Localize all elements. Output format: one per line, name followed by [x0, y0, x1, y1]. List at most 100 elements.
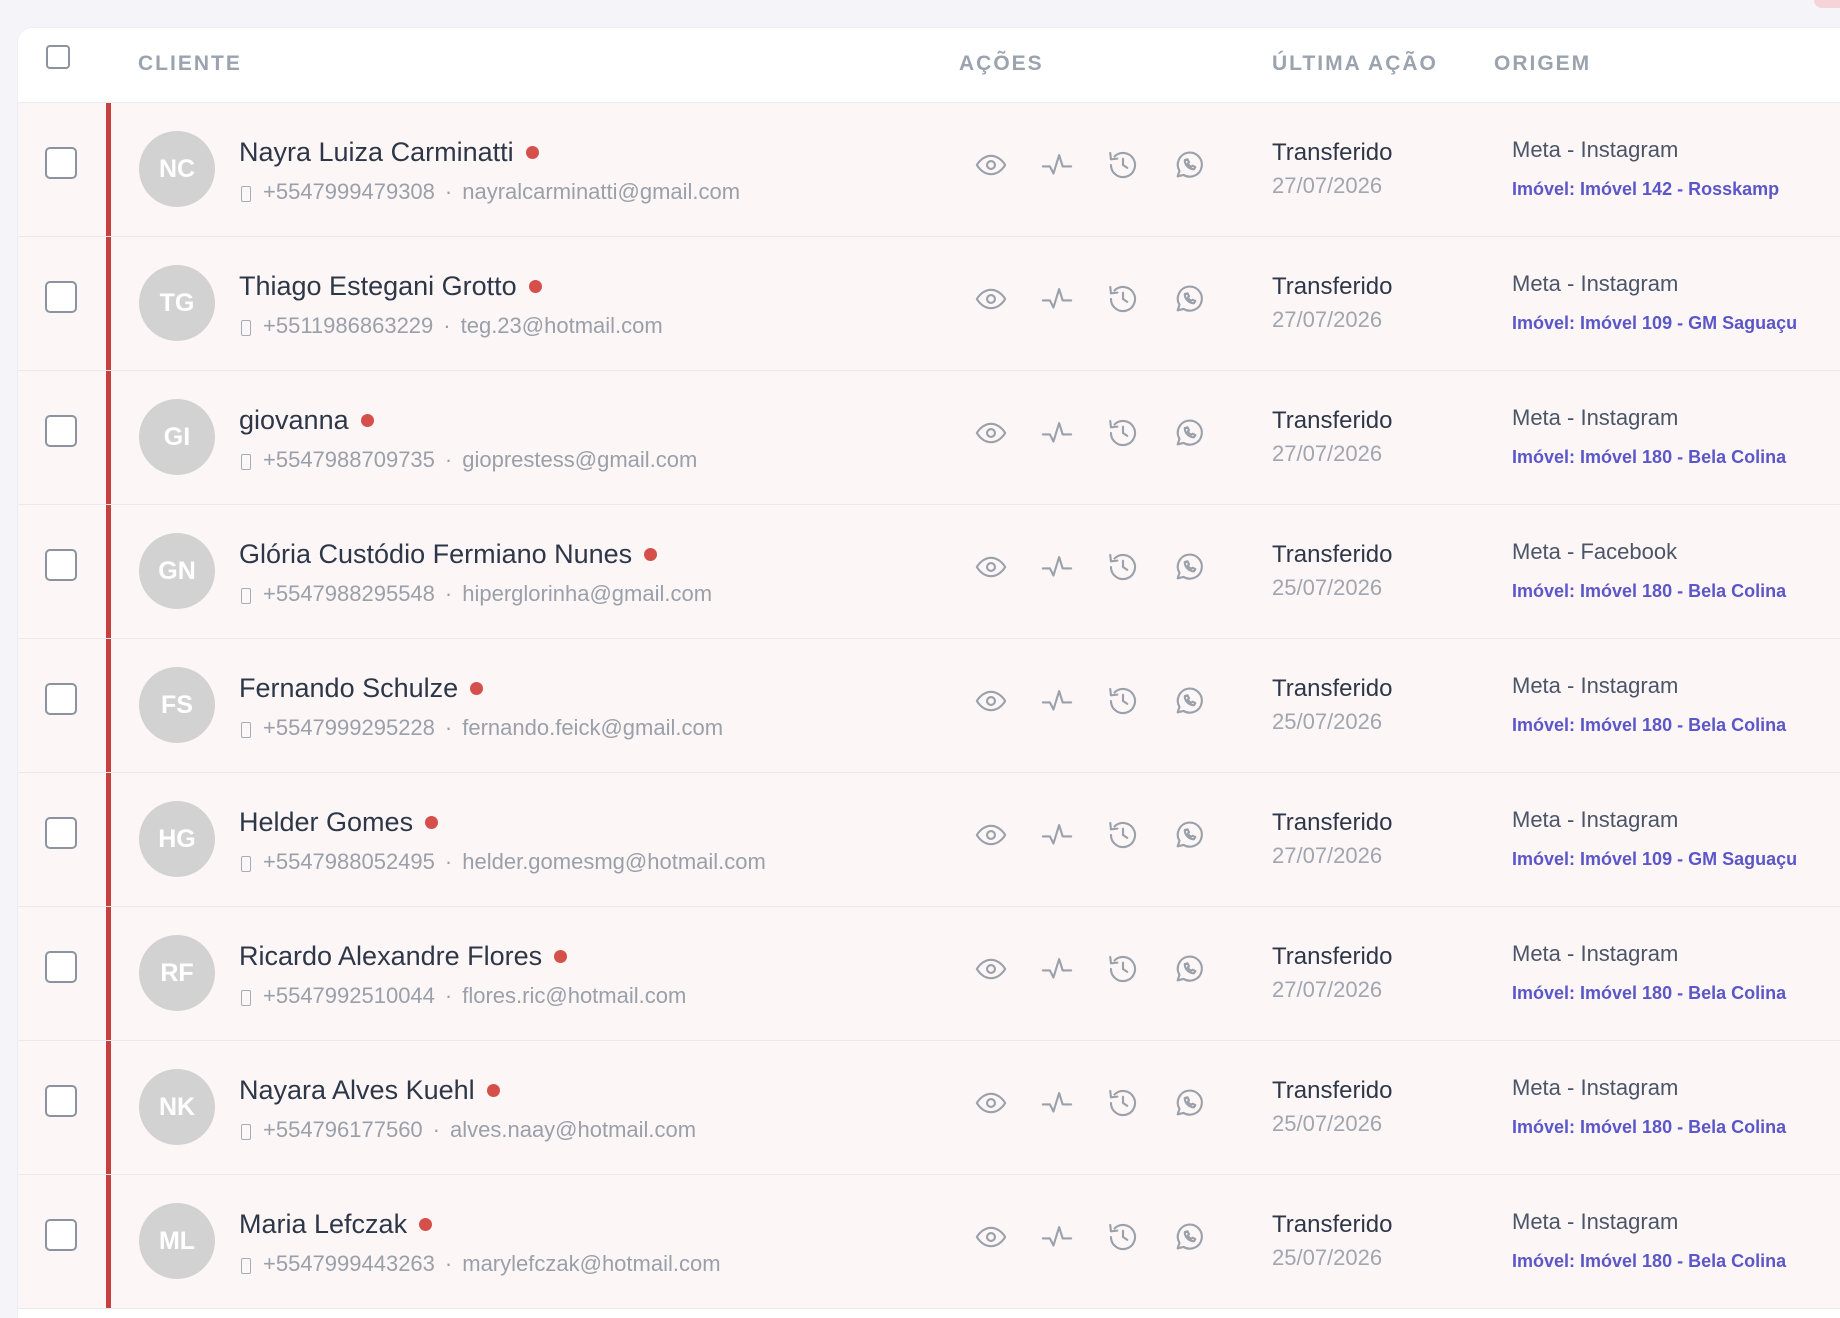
column-header-origin[interactable]: ORIGEM	[1494, 52, 1591, 76]
history-button[interactable]	[1105, 1085, 1141, 1121]
column-header-last-action[interactable]: ÚLTIMA AÇÃO	[1272, 52, 1438, 76]
lead-origin: Meta - Instagram	[1512, 941, 1679, 966]
phone-icon	[241, 856, 251, 872]
view-button[interactable]	[973, 683, 1009, 719]
property-link[interactable]: Imóvel: Imóvel 180 - Bela Colina	[1512, 581, 1786, 602]
whatsapp-button[interactable]	[1171, 1085, 1207, 1121]
history-icon	[1109, 553, 1137, 581]
activity-icon	[1041, 288, 1073, 309]
row-checkbox[interactable]	[45, 951, 77, 983]
activity-button[interactable]	[1039, 549, 1075, 585]
activity-button[interactable]	[1039, 817, 1075, 853]
separator: ·	[444, 715, 453, 740]
phone-icon	[241, 1124, 251, 1140]
whatsapp-button[interactable]	[1171, 415, 1207, 451]
row-checkbox[interactable]	[45, 415, 77, 447]
view-button[interactable]	[973, 281, 1009, 317]
activity-button[interactable]	[1039, 1219, 1075, 1255]
activity-button[interactable]	[1039, 951, 1075, 987]
select-all-checkbox[interactable]	[46, 45, 70, 69]
property-link[interactable]: Imóvel: Imóvel 180 - Bela Colina	[1512, 1251, 1786, 1272]
whatsapp-button[interactable]	[1171, 281, 1207, 317]
client-phone: +5547999479308	[263, 179, 435, 204]
property-link[interactable]: Imóvel: Imóvel 109 - GM Saguaçu	[1512, 849, 1797, 870]
row-checkbox[interactable]	[45, 817, 77, 849]
property-link[interactable]: Imóvel: Imóvel 180 - Bela Colina	[1512, 447, 1786, 468]
eye-icon	[975, 288, 1007, 310]
history-button[interactable]	[1105, 147, 1141, 183]
row-checkbox[interactable]	[45, 281, 77, 313]
whatsapp-button[interactable]	[1171, 1219, 1207, 1255]
table-row[interactable]: RF Ricardo Alexandre Flores +55479925100…	[18, 907, 1840, 1041]
lead-origin: Meta - Instagram	[1512, 137, 1679, 162]
row-checkbox[interactable]	[45, 549, 77, 581]
property-link[interactable]: Imóvel: Imóvel 180 - Bela Colina	[1512, 1117, 1786, 1138]
property-link[interactable]: Imóvel: Imóvel 180 - Bela Colina	[1512, 983, 1786, 1004]
history-button[interactable]	[1105, 817, 1141, 853]
eye-icon	[975, 1092, 1007, 1114]
activity-button[interactable]	[1039, 281, 1075, 317]
view-button[interactable]	[973, 1085, 1009, 1121]
status-dot	[425, 816, 439, 829]
property-link[interactable]: Imóvel: Imóvel 180 - Bela Colina	[1512, 715, 1786, 736]
row-checkbox[interactable]	[45, 683, 77, 715]
view-button[interactable]	[973, 549, 1009, 585]
client-name[interactable]: Glória Custódio Fermiano Nunes	[239, 539, 658, 570]
table-row[interactable]: GN Glória Custódio Fermiano Nunes +55479…	[18, 505, 1840, 639]
activity-button[interactable]	[1039, 147, 1075, 183]
client-contact: +5547988295548 · hiperglorinha@gmail.com	[241, 581, 712, 607]
whatsapp-button[interactable]	[1171, 549, 1207, 585]
activity-button[interactable]	[1039, 683, 1075, 719]
table-row[interactable]: ML Maria Lefczak +5547999443263 · maryle…	[18, 1175, 1840, 1309]
row-checkbox[interactable]	[45, 147, 77, 179]
view-button[interactable]	[973, 951, 1009, 987]
view-button[interactable]	[973, 147, 1009, 183]
view-button[interactable]	[973, 415, 1009, 451]
table-row[interactable]: TG Thiago Estegani Grotto +5511986863229…	[18, 237, 1840, 371]
whatsapp-icon	[1176, 151, 1203, 178]
table-row[interactable]: NK Nayara Alves Kuehl +554796177560 · al…	[18, 1041, 1840, 1175]
activity-button[interactable]	[1039, 1085, 1075, 1121]
client-name[interactable]: Maria Lefczak	[239, 1209, 433, 1240]
table-row[interactable]: HG Helder Gomes +5547988052495 · helder.…	[18, 773, 1840, 907]
history-button[interactable]	[1105, 549, 1141, 585]
whatsapp-button[interactable]	[1171, 683, 1207, 719]
table-row[interactable]: GI giovanna +5547988709735 · gioprestess…	[18, 371, 1840, 505]
client-name[interactable]: Ricardo Alexandre Flores	[239, 941, 568, 972]
view-button[interactable]	[973, 1219, 1009, 1255]
client-name[interactable]: Nayra Luiza Carminatti	[239, 137, 539, 168]
history-button[interactable]	[1105, 683, 1141, 719]
property-link[interactable]: Imóvel: Imóvel 109 - GM Saguaçu	[1512, 313, 1797, 334]
avatar-initials: TG	[159, 288, 195, 317]
whatsapp-button[interactable]	[1171, 951, 1207, 987]
view-button[interactable]	[973, 817, 1009, 853]
table-row[interactable]: NC Nayra Luiza Carminatti +5547999479308…	[18, 103, 1840, 237]
history-button[interactable]	[1105, 281, 1141, 317]
row-checkbox[interactable]	[45, 1219, 77, 1251]
client-name[interactable]: Thiago Estegani Grotto	[239, 271, 542, 302]
status-dot	[360, 414, 374, 427]
history-button[interactable]	[1105, 1219, 1141, 1255]
whatsapp-button[interactable]	[1171, 817, 1207, 853]
column-header-client[interactable]: CLIENTE	[138, 52, 242, 76]
history-button[interactable]	[1105, 951, 1141, 987]
whatsapp-icon	[1176, 285, 1203, 312]
lead-origin: Meta - Instagram	[1512, 673, 1679, 698]
row-checkbox[interactable]	[45, 1085, 77, 1117]
table-row[interactable]: FS Fernando Schulze +5547999295228 · fer…	[18, 639, 1840, 773]
client-name[interactable]: giovanna	[239, 405, 374, 436]
client-email: marylefczak@hotmail.com	[462, 1251, 721, 1276]
history-button[interactable]	[1105, 415, 1141, 451]
row-actions	[973, 951, 1207, 987]
whatsapp-button[interactable]	[1171, 147, 1207, 183]
last-action-date: 27/07/2026	[1272, 977, 1383, 1002]
eye-icon	[975, 824, 1007, 846]
activity-button[interactable]	[1039, 415, 1075, 451]
client-phone: +5511986863229	[263, 313, 434, 338]
client-name[interactable]: Helder Gomes	[239, 807, 439, 838]
client-name[interactable]: Nayara Alves Kuehl	[239, 1075, 500, 1106]
client-name[interactable]: Fernando Schulze	[239, 673, 484, 704]
last-action-date: 25/07/2026	[1272, 1111, 1383, 1136]
property-link[interactable]: Imóvel: Imóvel 142 - Rosskamp	[1512, 179, 1779, 200]
row-accent-bar	[106, 1041, 111, 1174]
